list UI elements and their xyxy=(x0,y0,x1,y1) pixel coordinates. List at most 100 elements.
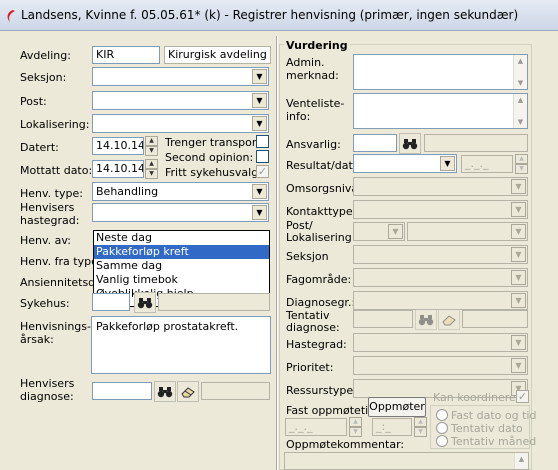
seksjon-right-label: Seksjon xyxy=(286,250,329,263)
chevron-down-icon[interactable]: ▼ xyxy=(511,224,526,239)
dropdown-option-neste-dag[interactable]: Neste dag xyxy=(94,231,269,245)
hastegrad-label-2: hastegrad: xyxy=(20,214,80,227)
chevron-down-icon[interactable]: ▼ xyxy=(511,179,526,194)
fritt-sykehusvalg-checkbox[interactable]: ✓ xyxy=(256,165,269,178)
radio-fast-dato[interactable] xyxy=(436,409,448,421)
oppmoter-button[interactable]: Oppmøter xyxy=(368,397,426,417)
henvisningsarsak-textarea[interactable]: Pakkeforløp prostatakreft. xyxy=(91,316,271,374)
seksjon-combo-right[interactable]: ▼ xyxy=(353,245,528,264)
chevron-down-icon[interactable]: ▼ xyxy=(511,247,526,262)
venteliste-textarea[interactable]: ▲ ▼ xyxy=(353,93,528,129)
mottatt-field[interactable]: 14.10.14 xyxy=(92,160,144,178)
seksjon-combo[interactable]: ▼ xyxy=(92,67,269,86)
ansvarlig-label: Ansvarlig: xyxy=(286,138,341,151)
diagnose-label-2: diagnose: xyxy=(20,390,74,403)
chevron-down-icon[interactable]: ▼ xyxy=(388,224,403,239)
chevron-down-icon[interactable]: ▼ xyxy=(252,184,267,199)
dropdown-option-samme-dag[interactable]: Samme dag xyxy=(94,259,269,273)
oppmotekommentar-label: Oppmøtekommentar: xyxy=(286,438,405,451)
app-logo-icon xyxy=(7,10,15,22)
admin-merknad-textarea[interactable]: ▲ ▼ xyxy=(353,54,528,90)
chevron-down-icon[interactable]: ▼ xyxy=(252,116,267,131)
binoculars-icon xyxy=(137,297,153,308)
tentativ-name-field xyxy=(462,310,528,328)
scrollbar[interactable]: ▲ ▼ xyxy=(513,94,527,128)
diagnose-name-field xyxy=(201,382,270,400)
resultat-date-field[interactable]: _._._ xyxy=(461,155,513,173)
chevron-down-icon[interactable]: ▼ xyxy=(511,270,526,285)
avdeling-label: Avdeling: xyxy=(20,49,71,62)
tentativ-search-button[interactable] xyxy=(415,309,437,330)
datert-label: Datert: xyxy=(20,141,59,154)
mottatt-spinner[interactable]: ▲ ▼ xyxy=(145,159,158,179)
sykehus-search-button[interactable] xyxy=(134,292,156,313)
scrollbar[interactable]: ▲ xyxy=(514,453,528,469)
scrollbar[interactable]: ▲ ▼ xyxy=(513,55,527,89)
datert-field[interactable]: 14.10.14 xyxy=(92,137,144,155)
postlok-label-2: Lokalisering: xyxy=(286,231,356,244)
radio-fast-dato-label: Fast dato og tid xyxy=(451,409,537,422)
diagnose-search-button[interactable] xyxy=(154,381,176,402)
chevron-down-icon[interactable]: ▼ xyxy=(511,202,526,217)
chevron-down-icon[interactable]: ▼ xyxy=(252,93,267,108)
kan-koordineres-label: Kan koordineres: xyxy=(433,391,526,404)
radio-tentativ-dato[interactable] xyxy=(436,422,448,434)
chevron-down-icon[interactable]: ▼ xyxy=(440,156,455,171)
admin-label-1: Admin. xyxy=(286,56,325,69)
post-combo[interactable]: ▼ xyxy=(92,91,269,110)
post-combo-right[interactable]: ▼ xyxy=(353,222,405,241)
resultat-combo[interactable]: ▼ xyxy=(353,154,457,173)
kan-koordineres-checkbox[interactable]: ✓ xyxy=(516,390,529,403)
fagomrade-combo[interactable]: ▼ xyxy=(353,268,528,287)
resultat-date-spinner[interactable]: ▲ ▼ xyxy=(515,154,528,174)
binoculars-icon xyxy=(418,314,434,325)
fast-oppmotetid-label: Fast oppmøtetid: xyxy=(286,404,379,417)
sykehus-field[interactable] xyxy=(92,293,130,311)
chevron-down-icon[interactable]: ▼ xyxy=(511,358,526,373)
dropdown-option-vanlig-timebok[interactable]: Vanlig timebok xyxy=(94,273,269,287)
chevron-down-icon[interactable]: ▼ xyxy=(511,293,526,308)
seksjon-label: Seksjon: xyxy=(20,71,67,84)
avdeling-code-field[interactable]: KIR xyxy=(92,46,160,64)
diagnose-clear-button[interactable] xyxy=(177,381,199,402)
ansvarlig-search-button[interactable] xyxy=(399,133,421,154)
title-bar: Landsens, Kvinne f. 05.05.61* (k) - Regi… xyxy=(0,0,558,31)
kontakttype-combo[interactable]: ▼ xyxy=(353,200,528,219)
henv-type-label: Henv. type: xyxy=(20,187,83,200)
second-opinion-label: Second opinion: xyxy=(165,151,254,164)
omsorgsniva-combo[interactable]: ▼ xyxy=(353,177,528,196)
oppmote-time-field[interactable]: _:_ xyxy=(372,418,412,436)
panel-divider-highlight xyxy=(277,36,278,470)
tentativ-clear-button[interactable] xyxy=(438,309,460,330)
ansvarlig-field[interactable] xyxy=(353,134,397,152)
tentativ-diagnose-field[interactable] xyxy=(353,310,413,328)
dropdown-option-pakkeforlop-kreft[interactable]: Pakkeforløp kreft xyxy=(94,245,269,259)
post-label: Post: xyxy=(20,95,47,108)
oppmote-date-field[interactable]: _._._ xyxy=(285,418,347,436)
oppmote-time-spinner[interactable]: ▲ ▼ xyxy=(414,417,427,437)
chevron-down-icon[interactable]: ▼ xyxy=(252,69,267,84)
chevron-down-icon[interactable]: ▼ xyxy=(511,335,526,350)
second-opinion-checkbox[interactable] xyxy=(256,150,269,163)
hastegrad-combo[interactable]: ▼ xyxy=(92,203,269,222)
transport-checkbox[interactable] xyxy=(256,135,269,148)
window-title: Landsens, Kvinne f. 05.05.61* (k) - Regi… xyxy=(21,8,519,22)
oppmotekommentar-textarea[interactable]: ▲ xyxy=(284,452,529,470)
radio-tentativ-maned[interactable] xyxy=(436,435,448,447)
window-edge xyxy=(550,31,558,470)
henv-type-combo[interactable]: Behandling ▼ xyxy=(92,182,269,201)
radio-tentativ-maned-label: Tentativ måned xyxy=(451,435,537,448)
hastegrad-combo-right[interactable]: ▼ xyxy=(353,333,528,352)
diagnosegr-combo[interactable]: ▼ xyxy=(353,291,528,310)
prioritet-combo[interactable]: ▼ xyxy=(353,356,528,375)
chevron-down-icon[interactable]: ▼ xyxy=(252,205,267,220)
diagnose-field[interactable] xyxy=(92,382,152,400)
tentativ-label-2: diagnose: xyxy=(286,321,340,334)
datert-spinner[interactable]: ▲ ▼ xyxy=(145,136,158,156)
lokalisering-combo[interactable]: ▼ xyxy=(92,114,269,133)
binoculars-icon xyxy=(402,138,418,149)
lokalisering-combo-right[interactable]: ▼ xyxy=(407,222,528,241)
henv-fra-type-label: Henv. fra type: xyxy=(20,255,102,268)
henvisningsarsak-label-1: Henvisnings- xyxy=(20,320,91,333)
oppmote-date-spinner[interactable]: ▲ ▼ xyxy=(349,417,362,437)
